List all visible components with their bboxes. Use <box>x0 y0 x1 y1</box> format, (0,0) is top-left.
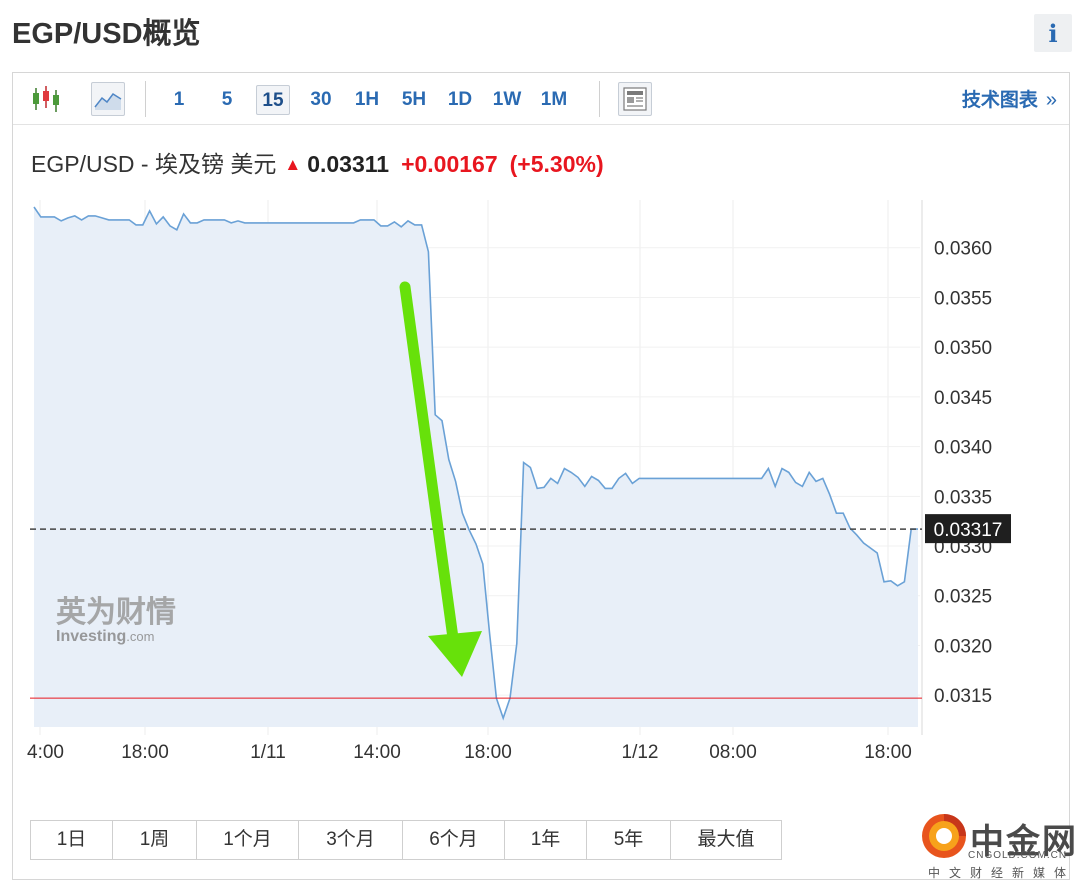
current-price-label: 0.03317 <box>934 520 1003 541</box>
y-tick-label: 0.0335 <box>934 487 992 508</box>
price-chart[interactable]: 0.0360 0.0355 0.0350 0.0345 0.0340 0.0335 0.03… <box>0 0 1080 800</box>
x-tick-label: 08:00 <box>709 742 757 763</box>
range-5y[interactable]: 5年 <box>587 821 671 859</box>
source-logo-subtitle: 中文财经新媒体 <box>928 866 1076 880</box>
y-tick-label: 0.0350 <box>934 338 992 359</box>
x-tick-label: 18:00 <box>464 742 512 763</box>
cngold-logo-icon <box>922 814 966 858</box>
y-tick-label: 0.0355 <box>934 288 992 309</box>
current-price-tag: 0.03317 <box>925 514 1011 544</box>
y-tick-label: 0.0315 <box>934 686 992 707</box>
range-max[interactable]: 最大值 <box>671 821 781 859</box>
range-1m[interactable]: 1个月 <box>197 821 299 859</box>
range-1y[interactable]: 1年 <box>505 821 587 859</box>
x-axis: 4:00 18:00 1/11 14:00 18:00 1/12 08:00 18:00 <box>27 742 912 763</box>
y-axis: 0.0360 0.0355 0.0350 0.0345 0.0340 0.0335 0.03… <box>934 239 992 707</box>
range-1w[interactable]: 1周 <box>113 821 197 859</box>
y-tick-label: 0.0320 <box>934 636 992 657</box>
watermark-cn: 英为财情 <box>56 595 176 630</box>
x-tick-label: 18:00 <box>121 742 169 763</box>
watermark-en-suffix: .com <box>126 629 154 644</box>
y-tick-label: 0.0345 <box>934 388 992 409</box>
range-6m[interactable]: 6个月 <box>403 821 505 859</box>
y-tick-label: 0.0340 <box>934 438 992 459</box>
price-area <box>34 207 918 727</box>
range-3m[interactable]: 3个月 <box>299 821 403 859</box>
x-tick-label: 18:00 <box>864 742 912 763</box>
y-tick-label: 0.0325 <box>934 587 992 608</box>
source-logo-url: CNGOLD.COM.CN <box>968 850 1068 861</box>
x-tick-label: 14:00 <box>353 742 401 763</box>
watermark-en: Investing.com <box>56 628 154 645</box>
x-tick-label: 1/11 <box>250 742 286 763</box>
x-tick-label: 1/12 <box>622 742 659 763</box>
range-selector: 1日 1周 1个月 3个月 6个月 1年 5年 最大值 <box>30 820 782 860</box>
y-tick-label: 0.0360 <box>934 239 992 260</box>
watermark-en-main: Investing <box>56 628 126 645</box>
range-1d[interactable]: 1日 <box>31 821 113 859</box>
x-tick-label: 4:00 <box>27 742 64 763</box>
